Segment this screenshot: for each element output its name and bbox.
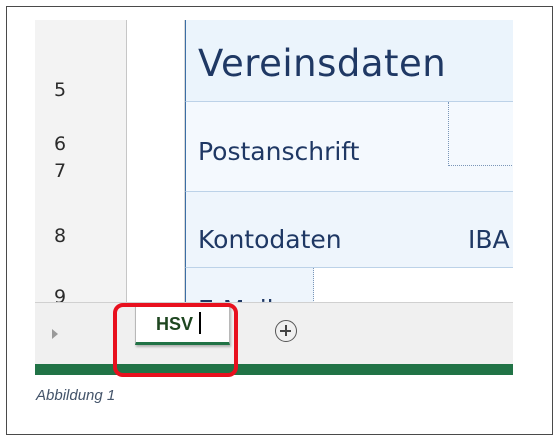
cell-iban-text: IBA [468,225,510,254]
worksheet-grid[interactable]: Vereinsdaten Postanschrift Kontodaten IB… [128,20,513,324]
cell-vereinsdaten[interactable]: Vereinsdaten [185,20,513,102]
row-header-8[interactable]: 8 [35,225,127,247]
triangle-right-icon[interactable] [52,329,58,339]
cell-kontodaten-text: Kontodaten [198,225,342,254]
cell-postanschrift[interactable]: Postanschrift [185,102,513,192]
excel-screenshot: 5 6 7 8 9 Vereinsdaten Postanschrift Kon… [35,20,513,375]
dotted-border [448,102,449,166]
row-header-5[interactable]: 5 [35,79,127,101]
dotted-border [448,165,513,166]
row-headers: 5 6 7 8 9 [35,20,127,310]
plus-circle-icon[interactable] [275,320,297,342]
highlight-box [113,303,238,377]
cell-title-text: Vereinsdaten [198,42,447,85]
cell-postanschrift-text: Postanschrift [198,137,360,166]
row-header-7[interactable]: 7 [35,160,127,182]
status-bar [35,364,513,375]
sheet-tab-bar: HSV [35,302,513,364]
cell-kontodaten[interactable]: Kontodaten IBA [185,192,513,268]
row-header-6[interactable]: 6 [35,133,127,155]
figure-caption: Abbildung 1 [36,387,116,404]
